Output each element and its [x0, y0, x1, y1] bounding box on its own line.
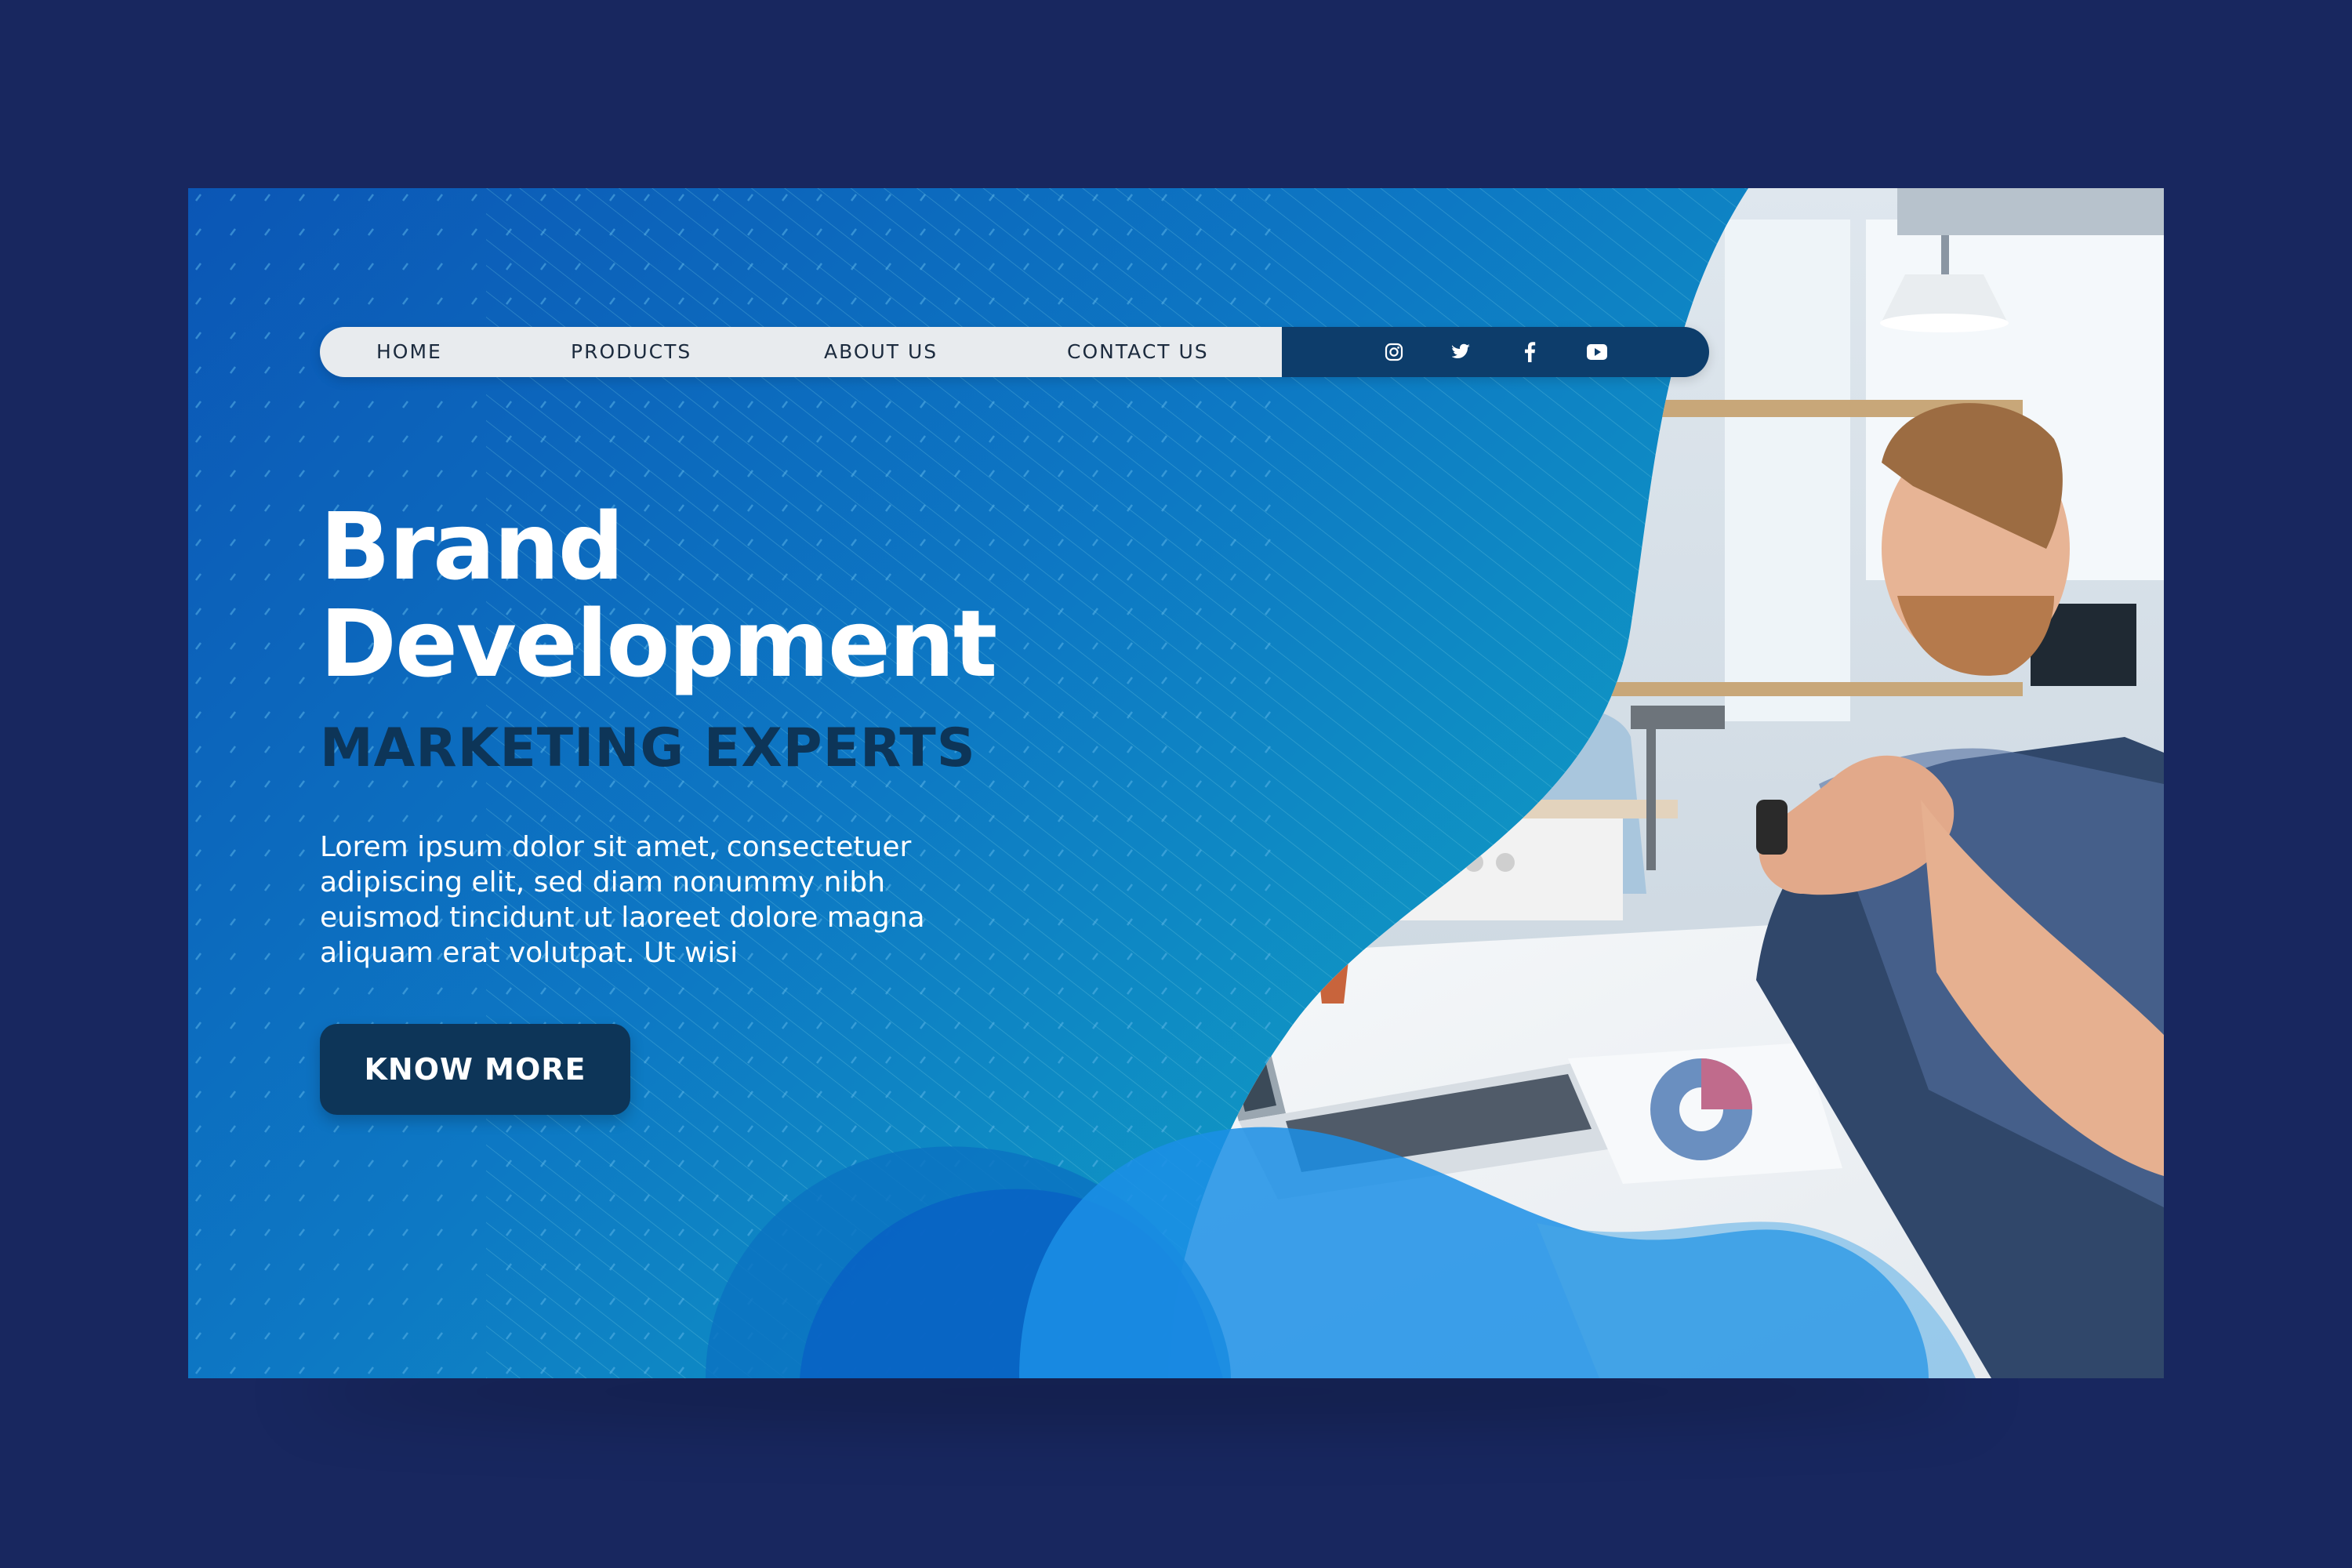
know-more-button[interactable]: KNOW MORE — [320, 1024, 630, 1115]
hero-title: Brand Development — [320, 498, 1182, 692]
youtube-icon[interactable] — [1586, 341, 1608, 363]
nav-item-contact-us[interactable]: CONTACT US — [1067, 327, 1209, 377]
nav-item-home[interactable]: HOME — [376, 327, 442, 377]
nav-item-about-us[interactable]: ABOUT US — [824, 327, 938, 377]
description-line: adipiscing elit, sed diam nonummy nibh — [320, 866, 886, 898]
description-line: Lorem ipsum dolor sit amet, consectetuer — [320, 831, 912, 863]
nav-links: HOME PRODUCTS ABOUT US CONTACT US — [320, 327, 1282, 377]
hero-subtitle: MARKETING EXPERTS — [320, 717, 976, 779]
nav-item-products[interactable]: PRODUCTS — [571, 327, 691, 377]
hero-description: Lorem ipsum dolor sit amet, consectetuer… — [320, 829, 994, 971]
facebook-icon[interactable] — [1519, 341, 1541, 363]
hero-title-line-1: Brand — [320, 492, 624, 601]
hero-banner: HOME PRODUCTS ABOUT US CONTACT US Brand … — [188, 188, 2164, 1378]
main-nav: HOME PRODUCTS ABOUT US CONTACT US — [320, 327, 1709, 377]
twitter-icon[interactable] — [1450, 341, 1472, 363]
hero-title-line-2: Development — [320, 590, 997, 698]
instagram-icon[interactable] — [1383, 341, 1405, 363]
description-line: euismod tincidunt ut laoreet dolore magn… — [320, 902, 925, 934]
social-links — [1282, 327, 1709, 377]
description-line: aliquam erat volutpat. Ut wisi — [320, 937, 739, 969]
